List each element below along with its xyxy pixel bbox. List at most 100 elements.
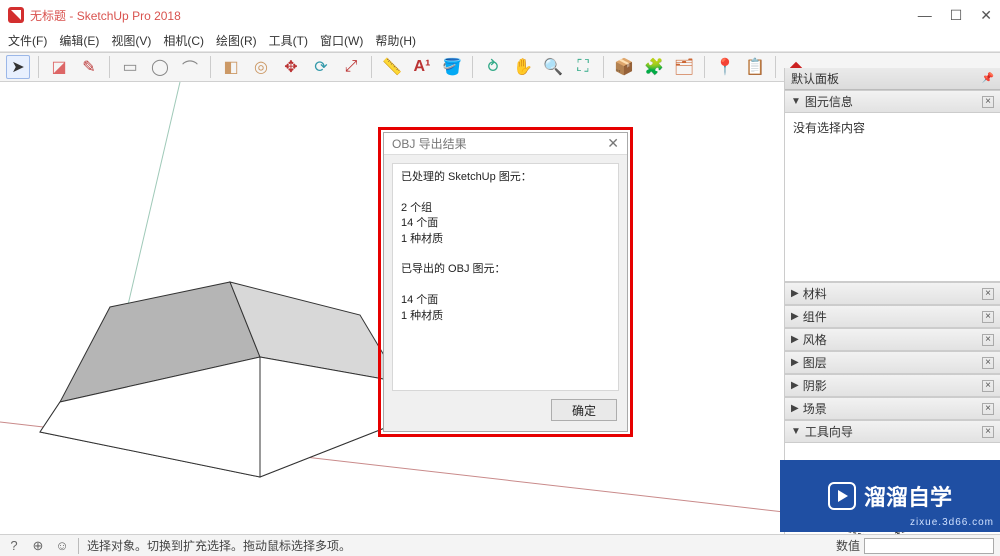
tray-pin-icon[interactable]: 📌 <box>982 73 994 84</box>
toolbar-separator <box>704 56 705 78</box>
panel-close-icon[interactable]: × <box>982 288 994 300</box>
minimize-button[interactable]: ― <box>918 7 932 24</box>
pushpull-tool-icon[interactable]: ◧ <box>219 55 243 79</box>
entity-info-spacer <box>785 142 1000 282</box>
window-title: 无标题 - SketchUp Pro 2018 <box>30 7 181 24</box>
dialog-body[interactable]: 已处理的 SketchUp 图元： 2 个组 14 个面 1 种材质 已导出的 … <box>392 163 619 391</box>
menu-camera[interactable]: 相机(C) <box>163 32 204 49</box>
outliner-icon[interactable]: 📋 <box>743 55 767 79</box>
menu-draw[interactable]: 绘图(R) <box>216 32 257 49</box>
panel-label: 场景 <box>803 400 827 417</box>
move-tool-icon[interactable]: ✥ <box>279 55 303 79</box>
eraser-tool-icon[interactable]: ◪ <box>47 55 71 79</box>
window-controls: ― ☐ ✕ <box>918 7 992 24</box>
close-button[interactable]: ✕ <box>980 7 992 24</box>
pencil-tool-icon[interactable]: ✎ <box>77 55 101 79</box>
rectangle-tool-icon[interactable]: ▭ <box>118 55 142 79</box>
expand-arrow-icon: ▶ <box>791 311 799 322</box>
arc-tool-icon[interactable]: ⌒ <box>178 55 202 79</box>
3dwarehouse-icon[interactable]: 📦 <box>612 55 636 79</box>
panel-components[interactable]: ▶ 组件 × <box>785 305 1000 328</box>
toolbar-separator <box>109 56 110 78</box>
panel-styles[interactable]: ▶ 风格 × <box>785 328 1000 351</box>
panel-close-icon[interactable]: × <box>982 311 994 323</box>
dialog-title: OBJ 导出结果 <box>392 135 467 152</box>
tape-tool-icon[interactable]: 📏 <box>380 55 404 79</box>
menu-tools[interactable]: 工具(T) <box>269 32 308 49</box>
menu-window[interactable]: 窗口(W) <box>320 32 363 49</box>
panel-close-icon[interactable]: × <box>982 357 994 369</box>
panel-close-icon[interactable]: × <box>982 334 994 346</box>
panel-scenes[interactable]: ▶ 场景 × <box>785 397 1000 420</box>
collapse-arrow-icon: ▼ <box>791 426 801 437</box>
app-icon <box>8 7 24 23</box>
panel-close-icon[interactable]: × <box>982 426 994 438</box>
app-name: SketchUp Pro 2018 <box>77 9 181 23</box>
toolbar-separator <box>775 56 776 78</box>
status-hint: 选择对象。切换到扩充选择。拖动鼠标选择多项。 <box>87 537 351 554</box>
collapse-arrow-icon: ▼ <box>791 96 801 107</box>
location-icon[interactable]: 📍 <box>713 55 737 79</box>
measure-label: 数值 <box>836 537 860 554</box>
panel-label: 图元信息 <box>805 93 853 110</box>
panel-layers[interactable]: ▶ 图层 × <box>785 351 1000 374</box>
entity-info-text: 没有选择内容 <box>793 121 865 135</box>
menu-file[interactable]: 文件(F) <box>8 32 47 49</box>
panel-label: 阴影 <box>803 377 827 394</box>
measurement-box: 数值 <box>836 537 994 554</box>
measure-input[interactable] <box>864 538 994 554</box>
toolbar-separator <box>38 56 39 78</box>
menu-edit[interactable]: 编辑(E) <box>59 32 99 49</box>
panel-materials[interactable]: ▶ 材料 × <box>785 282 1000 305</box>
tray-title[interactable]: 默认面板 📌 <box>785 68 1000 90</box>
zoom-extents-icon[interactable]: ⛶ <box>571 55 595 79</box>
entity-info-body: 没有选择内容 <box>785 113 1000 142</box>
panel-close-icon[interactable]: × <box>982 403 994 415</box>
watermark-overlay: 溜溜自学 zixue.3d66.com <box>780 460 1000 532</box>
expand-arrow-icon: ▶ <box>791 334 799 345</box>
ext-warehouse-icon[interactable]: 🧩 <box>642 55 666 79</box>
zoom-tool-icon[interactable]: 🔍 <box>541 55 565 79</box>
geo-icon[interactable]: ⊕ <box>30 538 46 554</box>
help-icon[interactable]: ? <box>6 538 22 554</box>
layer-icon[interactable]: 🗂 <box>672 55 696 79</box>
titlebar: 无标题 - SketchUp Pro 2018 ― ☐ ✕ <box>0 0 1000 30</box>
offset-tool-icon[interactable]: ◎ <box>249 55 273 79</box>
panel-shadows[interactable]: ▶ 阴影 × <box>785 374 1000 397</box>
panel-close-icon[interactable]: × <box>982 380 994 392</box>
rotate-tool-icon[interactable]: ⟳ <box>309 55 333 79</box>
status-separator <box>78 538 79 554</box>
ok-button[interactable]: 确定 <box>551 399 617 421</box>
play-icon <box>828 482 856 510</box>
paint-tool-icon[interactable]: 🪣 <box>440 55 464 79</box>
person-icon[interactable]: ☺ <box>54 538 70 554</box>
maximize-button[interactable]: ☐ <box>950 7 963 24</box>
tray-title-text: 默认面板 <box>791 70 839 87</box>
expand-arrow-icon: ▶ <box>791 380 799 391</box>
menubar: 文件(F) 编辑(E) 视图(V) 相机(C) 绘图(R) 工具(T) 窗口(W… <box>0 30 1000 52</box>
panel-label: 材料 <box>803 285 827 302</box>
orbit-tool-icon[interactable]: ⥁ <box>481 55 505 79</box>
circle-tool-icon[interactable]: ◯ <box>148 55 172 79</box>
panel-close-icon[interactable]: × <box>982 96 994 108</box>
panel-label: 组件 <box>803 308 827 325</box>
menu-help[interactable]: 帮助(H) <box>375 32 416 49</box>
panel-label: 图层 <box>803 354 827 371</box>
watermark-url: zixue.3d66.com <box>910 517 994 528</box>
expand-arrow-icon: ▶ <box>791 403 799 414</box>
text-tool-icon[interactable]: A¹ <box>410 55 434 79</box>
dialog-titlebar[interactable]: OBJ 导出结果 ✕ <box>384 133 627 155</box>
scale-tool-icon[interactable]: ⤢ <box>339 55 363 79</box>
panel-entity-info[interactable]: ▼ 图元信息 × <box>785 90 1000 113</box>
toolbar-separator <box>210 56 211 78</box>
watermark-brand: 溜溜自学 <box>864 480 952 512</box>
panel-label: 工具向导 <box>805 423 853 440</box>
toolbar-separator <box>472 56 473 78</box>
pan-tool-icon[interactable]: ✋ <box>511 55 535 79</box>
select-tool-icon[interactable]: ➤ <box>6 55 30 79</box>
panel-instructor[interactable]: ▼ 工具向导 × <box>785 420 1000 443</box>
panel-label: 风格 <box>803 331 827 348</box>
dialog-close-icon[interactable]: ✕ <box>607 135 619 152</box>
statusbar: ? ⊕ ☺ 选择对象。切换到扩充选择。拖动鼠标选择多项。 数值 <box>0 534 1000 556</box>
menu-view[interactable]: 视图(V) <box>111 32 151 49</box>
